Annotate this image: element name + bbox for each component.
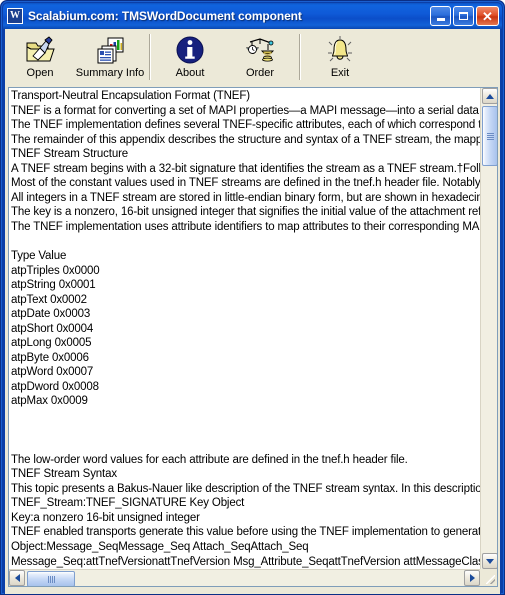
summary-info-icon [97, 37, 124, 64]
toolbar-button-summary-info[interactable]: Summary Info [75, 32, 145, 82]
bell-icon [328, 36, 352, 62]
toolbar-button-open[interactable]: Open [5, 32, 75, 82]
scroll-right-arrow[interactable] [464, 570, 480, 586]
scroll-left-arrow[interactable] [9, 570, 25, 586]
toolbar: Open Summary Info About Order Exit [5, 29, 500, 86]
client-area: Open Summary Info About Order Exit Trans… [4, 29, 501, 592]
title-bar[interactable]: W Scalabium.com: TMSWordDocument compone… [3, 3, 502, 29]
scroll-up-arrow[interactable] [482, 88, 497, 104]
scroll-down-arrow[interactable] [482, 553, 497, 569]
window-title: Scalabium.com: TMSWordDocument component [28, 9, 302, 23]
maximize-icon [459, 12, 468, 20]
minimize-icon [436, 18, 445, 21]
scroll-thumb-grip-h [47, 575, 55, 583]
window-bottom-edge [4, 590, 501, 594]
chevron-right-icon [469, 574, 475, 582]
document-text-area[interactable]: Transport-Neutral Encapsulation Format (… [8, 87, 498, 587]
scroll-thumb-grip [486, 132, 494, 140]
chevron-up-icon [486, 93, 494, 99]
toolbar-label-exit: Exit [330, 67, 350, 79]
open-folder-icon [26, 36, 55, 62]
info-circle-icon [176, 36, 204, 64]
vertical-scrollbar[interactable] [480, 88, 497, 569]
word-document-icon[interactable]: W [7, 8, 23, 24]
application-window: W Scalabium.com: TMSWordDocument compone… [0, 0, 505, 595]
chevron-left-icon [14, 574, 20, 582]
toolbar-button-about[interactable]: About [155, 32, 225, 82]
minimize-button[interactable] [430, 6, 451, 26]
toolbar-label-about: About [175, 67, 205, 79]
toolbar-button-exit[interactable]: Exit [305, 32, 375, 82]
window-controls: ✕ [430, 6, 499, 26]
horizontal-scroll-thumb[interactable] [27, 571, 75, 586]
toolbar-separator-2 [299, 34, 301, 80]
chevron-down-icon [486, 558, 494, 564]
toolbar-separator-1 [149, 34, 151, 80]
vertical-scroll-thumb[interactable] [482, 106, 497, 166]
toolbar-button-order[interactable]: Order [225, 32, 295, 82]
resize-grip[interactable] [480, 569, 497, 586]
horizontal-scrollbar[interactable] [9, 569, 480, 586]
toolbar-label-summary-info: Summary Info [75, 67, 145, 79]
close-button[interactable]: ✕ [476, 6, 499, 26]
scales-balance-icon [245, 38, 275, 62]
toolbar-label-open: Open [26, 67, 54, 79]
close-icon: ✕ [482, 8, 493, 24]
memo-scroll-viewport: Transport-Neutral Encapsulation Format (… [9, 88, 480, 569]
memo-content: Transport-Neutral Encapsulation Format (… [11, 90, 480, 568]
toolbar-label-order: Order [245, 67, 275, 79]
maximize-button[interactable] [453, 6, 474, 26]
